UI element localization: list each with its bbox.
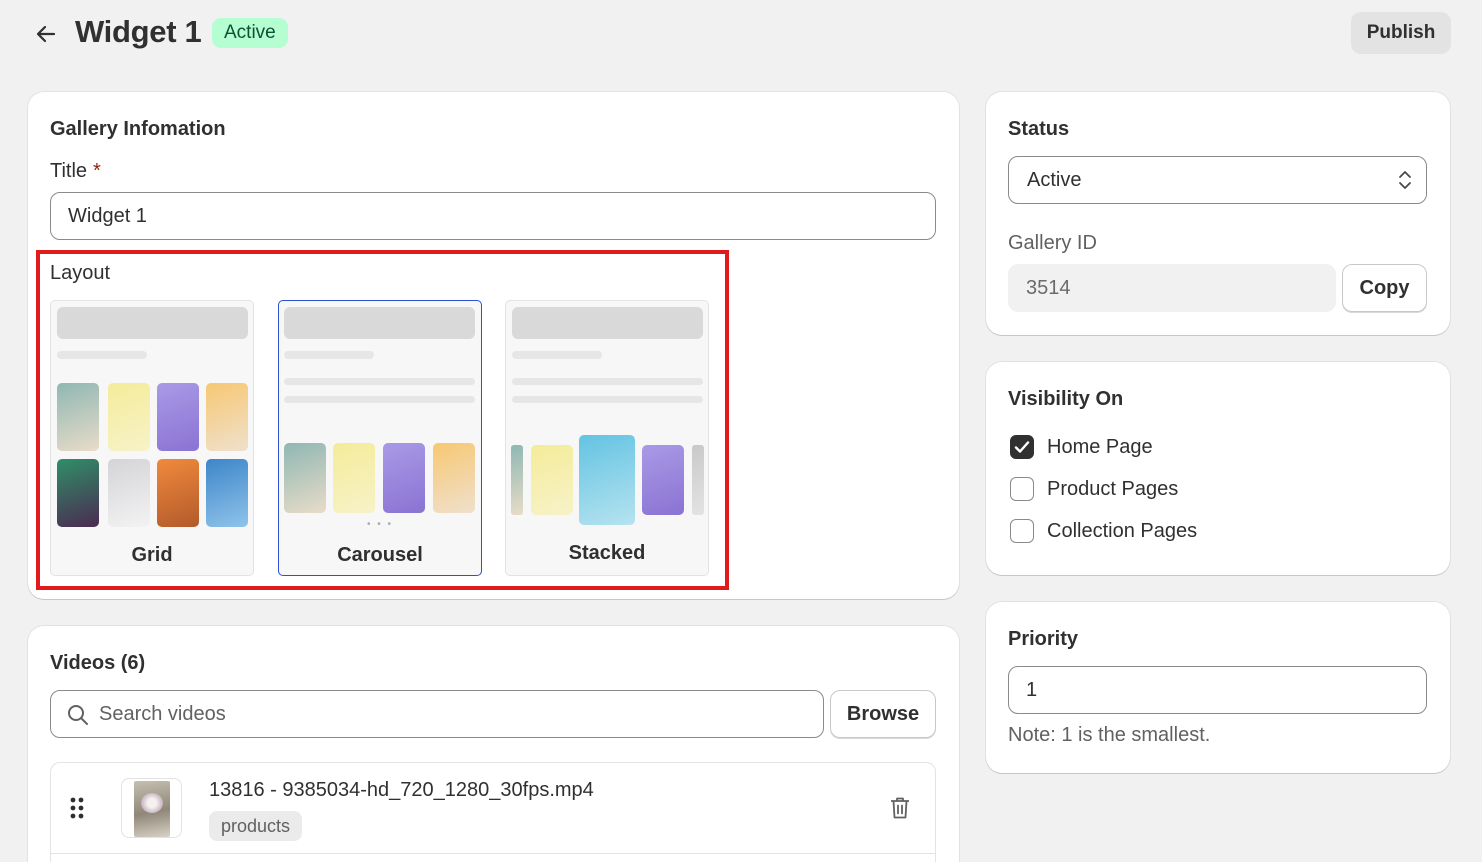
drag-handle-icon[interactable] [69,796,85,825]
thumbnail-image [531,445,573,515]
status-select-value: Active [1027,169,1082,191]
thumbnail-image [333,443,375,513]
trash-icon [891,797,909,819]
thumbnail-image [284,443,326,513]
search-placeholder: Search videos [99,703,226,725]
videos-heading: Videos (6) [50,652,146,674]
title-label: Title * [50,160,101,182]
checkbox-home-page[interactable]: Home Page [1010,435,1153,459]
thumbnail-image [383,443,425,513]
layout-label: Layout [50,262,111,284]
thumbnail-image [57,459,99,527]
checkbox-collection-pages[interactable]: Collection Pages [1010,519,1197,543]
thumbnail-image [692,445,704,515]
browse-button[interactable]: Browse [830,690,936,738]
thumbnail-image [206,383,248,451]
arrow-left-icon [36,25,56,43]
thumbnail-image [108,383,150,451]
thumbnail-image [433,443,475,513]
status-badge: Active [212,18,288,48]
layout-option-label: Carousel [337,544,423,566]
checkbox[interactable] [1010,519,1034,543]
gallery-id-field: 3514 [1008,264,1336,312]
visibility-heading: Visibility On [1008,388,1124,410]
video-list-item[interactable]: 13816 - 9385034-hd_720_1280_30fps.mp4 pr… [51,763,935,854]
video-list: 13816 - 9385034-hd_720_1280_30fps.mp4 pr… [50,762,936,862]
back-button[interactable] [32,20,60,48]
thumbnail-image [579,435,635,525]
publish-button[interactable]: Publish [1351,12,1451,54]
layout-option-stacked[interactable]: Stacked [505,300,709,576]
status-heading: Status [1008,118,1070,140]
thumbnail-image [511,445,523,515]
gallery-id-label: Gallery ID [1008,232,1097,254]
thumbnail-image [206,459,248,527]
checkbox[interactable] [1010,477,1034,501]
layout-option-label: Grid [131,544,173,566]
priority-input[interactable]: 1 [1008,666,1427,714]
thumbnail-image [157,383,199,451]
video-thumbnail [121,778,182,838]
checkbox-label: Home Page [1047,435,1153,458]
layout-option-label: Stacked [568,542,646,564]
thumbnail-image [57,383,99,451]
copy-button[interactable]: Copy [1342,264,1427,312]
thumbnail-image [157,459,199,527]
title-input[interactable]: Widget 1 [50,192,936,240]
layout-option-grid[interactable]: Grid [50,300,254,576]
video-tag: products [209,811,303,841]
priority-heading: Priority [1008,628,1079,650]
search-icon [68,705,88,725]
video-filename: 13816 - 9385034-hd_720_1280_30fps.mp4 [209,779,594,801]
layout-option-carousel[interactable]: • • • Carousel [278,300,482,576]
thumbnail-image [108,459,150,527]
checkbox-label: Collection Pages [1047,519,1198,542]
select-chevrons-icon [1399,171,1411,189]
search-videos-input[interactable]: Search videos [50,690,824,738]
delete-video-button[interactable] [889,796,911,825]
gallery-info-heading: Gallery Infomation [50,118,226,140]
thumbnail-image [642,445,684,515]
required-mark: * [93,160,101,182]
priority-note: Note: 1 is the smallest. [1008,724,1211,746]
checkmark-icon [1014,441,1030,453]
checkbox-label: Product Pages [1047,477,1179,500]
page-title: Widget 1 [75,14,202,49]
carousel-pager-dots: • • • [366,519,394,530]
checkbox-product-pages[interactable]: Product Pages [1010,477,1178,501]
checkbox[interactable] [1010,435,1034,459]
page-header: Widget 1 Active Publish [0,0,1482,70]
status-select[interactable]: Active [1008,156,1427,204]
